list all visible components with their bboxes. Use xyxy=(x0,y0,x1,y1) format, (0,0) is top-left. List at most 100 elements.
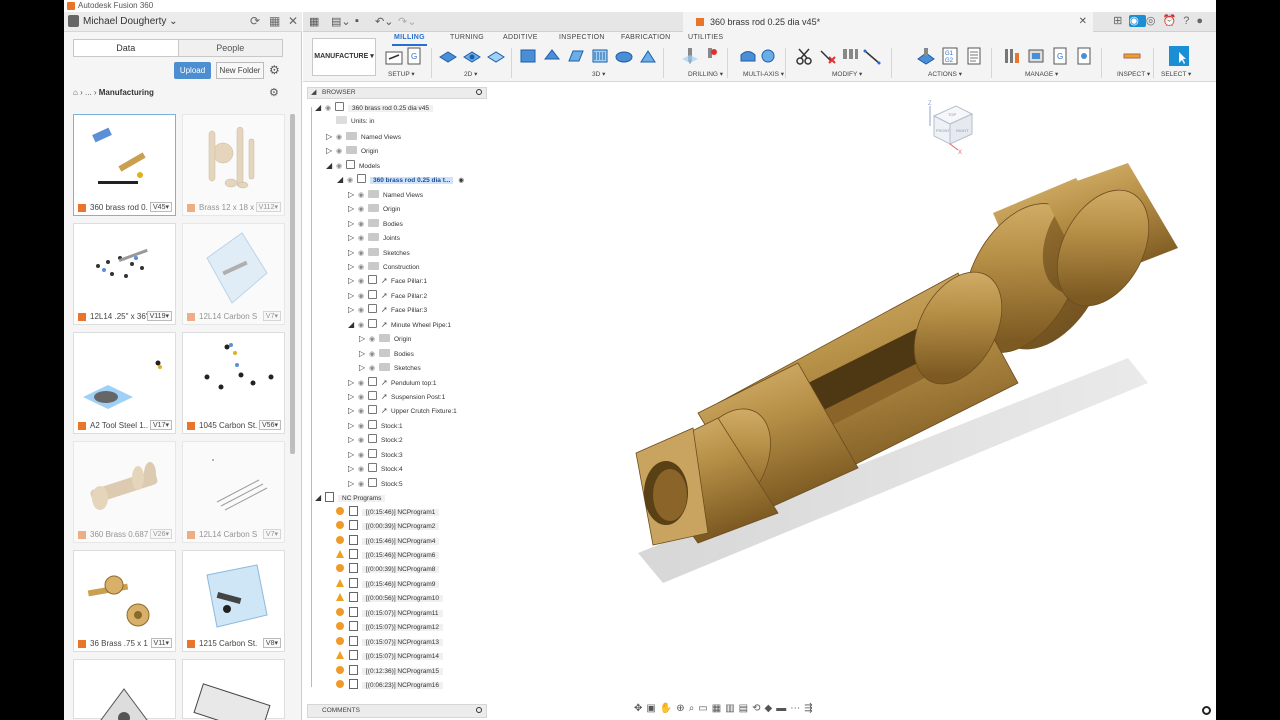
expand-twisty-icon[interactable]: ▷ xyxy=(348,231,358,244)
browser-tree-item[interactable]: ▷ ◉ ➚ Pendulum top:1 xyxy=(348,376,437,389)
expand-twisty-icon[interactable]: ▷ xyxy=(348,202,358,215)
workspace-switcher[interactable]: MANUFACTURE ▾ xyxy=(312,38,376,76)
nc-program-item[interactable]: [(0:15:07)] NCProgram13 xyxy=(326,635,443,649)
eye-icon[interactable]: ◉ xyxy=(358,377,368,390)
file-card[interactable]: 360 Brass 0.687...V26▾ xyxy=(73,441,176,543)
browser-tree-item[interactable]: ▷ ◉ Sketches xyxy=(348,246,410,259)
drill-icon[interactable] xyxy=(681,47,699,65)
toolpath-display-icon[interactable]: ⇶ xyxy=(804,703,816,714)
version-badge[interactable]: V26▾ xyxy=(150,529,172,539)
eye-icon[interactable]: ◉ xyxy=(358,261,368,274)
version-badge[interactable]: V7▾ xyxy=(262,311,281,321)
profile-avatar[interactable]: ● xyxy=(1196,15,1210,27)
expand-twisty-icon[interactable]: ▷ xyxy=(348,303,358,316)
group-2d[interactable]: 2D ▾ xyxy=(464,70,477,78)
nc-program-item[interactable]: [(0:06:23)] NCProgram16 xyxy=(326,679,443,692)
post-library-icon[interactable]: G xyxy=(1051,47,1069,65)
file-thumbnail[interactable] xyxy=(187,119,280,199)
eye-icon[interactable]: ◉ xyxy=(358,319,368,332)
visual-style-icon[interactable]: ◆ xyxy=(765,703,777,714)
expand-twisty-icon[interactable]: ▷ xyxy=(348,390,358,403)
cube-top-face[interactable]: TOP xyxy=(948,112,956,117)
file-card[interactable]: 12L14 .25" x 36" V119▾ xyxy=(73,223,176,325)
file-card[interactable]: 12L14 Carbon S... V7▾ xyxy=(182,223,285,325)
close-tab-icon[interactable]: ✕ xyxy=(1079,12,1087,32)
browser-tree-item[interactable]: ◢ ◉ Models xyxy=(326,159,380,172)
group-manage[interactable]: MANAGE ▾ xyxy=(1025,70,1058,78)
version-badge[interactable]: V11▾ xyxy=(150,638,172,648)
extensions-icon[interactable]: ◎ xyxy=(1146,15,1163,27)
delete-toolpath-icon[interactable] xyxy=(819,47,837,65)
collapse-twisty-icon[interactable]: ◢ xyxy=(315,101,325,114)
collapse-twisty-icon[interactable]: ◢ xyxy=(348,318,358,331)
nc-program-item[interactable]: [(0:15:46)] NCProgram4 xyxy=(326,534,440,548)
group-modify[interactable]: MODIFY ▾ xyxy=(832,70,862,78)
apps-grid-icon[interactable]: ▦ xyxy=(309,15,319,28)
group-3d[interactable]: 3D ▾ xyxy=(592,70,605,78)
expand-twisty-icon[interactable]: ▷ xyxy=(359,361,369,374)
eye-icon[interactable]: ◉ xyxy=(358,232,368,245)
file-thumbnail[interactable] xyxy=(78,664,171,720)
contour-icon[interactable] xyxy=(567,47,585,65)
group-select[interactable]: SELECT ▾ xyxy=(1161,70,1191,78)
group-inspect[interactable]: INSPECT ▾ xyxy=(1117,70,1150,78)
file-thumbnail[interactable] xyxy=(187,446,280,526)
machine-library-icon[interactable] xyxy=(1027,47,1045,65)
eye-icon[interactable]: ◉ xyxy=(336,145,346,158)
browser-tree-item[interactable]: ▷ ◉ Sketches xyxy=(359,361,421,374)
eye-icon[interactable]: ◉ xyxy=(336,131,346,144)
browser-tree-item[interactable]: ▷ ◉ Joints xyxy=(348,231,400,244)
redo-icon[interactable]: ↷⌄ xyxy=(398,15,416,28)
pin-icon[interactable] xyxy=(476,89,482,95)
new-folder-button[interactable]: New Folder xyxy=(216,62,264,79)
tab-milling[interactable]: MILLING xyxy=(392,34,427,46)
file-thumbnail[interactable] xyxy=(187,555,280,635)
eye-icon[interactable]: ◉ xyxy=(358,290,368,303)
eye-icon[interactable]: ◉ xyxy=(358,189,368,202)
refresh-icon[interactable]: ⟳ xyxy=(250,14,260,28)
tab-utilities[interactable]: UTILITIES xyxy=(688,34,723,41)
browser-tree-item[interactable]: ▷ ◉ ➚ Face Pillar:2 xyxy=(348,289,427,302)
eye-icon[interactable]: ◉ xyxy=(325,102,335,115)
expand-twisty-icon[interactable]: ▷ xyxy=(359,347,369,360)
environment-icon[interactable]: ▬ xyxy=(776,703,790,714)
eye-icon[interactable]: ◉ xyxy=(358,463,368,476)
eye-icon[interactable]: ◉ xyxy=(358,218,368,231)
browser-tree-item[interactable]: ▷ ◉ Named Views xyxy=(326,130,401,143)
document-tab[interactable]: 360 brass rod 0.25 dia v45* ✕ xyxy=(683,12,1093,32)
eye-icon[interactable]: ◉ xyxy=(369,348,379,361)
browser-tree-item[interactable]: ▷ ◉ Origin xyxy=(326,144,378,157)
viewports-icon[interactable]: ▥ xyxy=(725,703,738,714)
expand-twisty-icon[interactable]: ▷ xyxy=(348,289,358,302)
notifications-icon[interactable]: ⏰ xyxy=(1163,15,1184,27)
zoom-icon[interactable]: ⊕ xyxy=(676,703,688,714)
expand-twisty-icon[interactable]: ▷ xyxy=(326,144,336,157)
group-actions[interactable]: ACTIONS ▾ xyxy=(928,70,962,78)
nc-program-item[interactable]: [(0:00:56)] NCProgram10 xyxy=(326,592,443,605)
setup-sheet-icon[interactable] xyxy=(965,47,983,65)
eye-icon[interactable]: ◉ xyxy=(358,405,368,418)
group-multi-axis[interactable]: MULTI-AXIS ▾ xyxy=(743,70,784,78)
rotate-icon[interactable]: ⟲ xyxy=(752,703,764,714)
browser-tree-item[interactable]: ▷ ◉ Origin xyxy=(348,202,400,215)
eye-icon[interactable]: ◉ xyxy=(336,160,346,173)
new-tab-icon[interactable]: ⊞ xyxy=(1113,15,1129,27)
stock-display-icon[interactable]: ▤ xyxy=(739,703,752,714)
select-icon[interactable] xyxy=(1169,46,1189,66)
file-thumbnail[interactable] xyxy=(187,337,280,417)
3d-more-icon[interactable] xyxy=(639,47,657,65)
nc-program-item[interactable]: [(0:00:39)] NCProgram8 xyxy=(326,563,440,576)
cube-front-face[interactable]: FRONT xyxy=(936,128,950,133)
eye-icon[interactable]: ◉ xyxy=(369,362,379,375)
browser-tree-item[interactable]: ▷ ◉ ➚ Face Pillar:3 xyxy=(348,303,427,316)
expand-twisty-icon[interactable]: ▷ xyxy=(348,404,358,417)
browser-tree-item[interactable]: ▷ ◉ Bodies xyxy=(359,347,414,360)
browser-tree-item[interactable]: ▷ ◉ Bodies xyxy=(348,217,403,230)
multi-axis-icon[interactable] xyxy=(739,47,757,65)
browser-tree-item[interactable]: ▷ ◉ Stock:4 xyxy=(348,462,403,475)
3d-pocket-icon[interactable] xyxy=(543,47,561,65)
file-menu-icon[interactable]: ▤⌄ xyxy=(331,15,351,28)
tab-people[interactable]: People xyxy=(178,40,282,56)
expand-twisty-icon[interactable]: ▷ xyxy=(348,246,358,259)
eye-icon[interactable]: ◉ xyxy=(358,203,368,216)
